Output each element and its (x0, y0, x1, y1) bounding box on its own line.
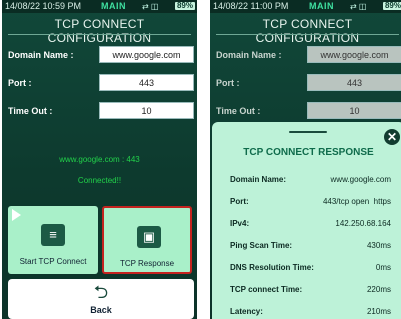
title-divider (8, 34, 191, 35)
domain-name-field[interactable]: www.google.com (99, 46, 194, 63)
title-divider (216, 34, 399, 35)
page-title: TCP CONNECT CONFIGURATION (47, 17, 152, 45)
status-mode: MAIN (101, 1, 126, 11)
response-row: Domain Name: www.google.com (230, 175, 391, 187)
response-key: Port: (230, 197, 249, 206)
port-label: Port : (216, 78, 240, 88)
response-row: DNS Resolution Time: 0ms (230, 263, 391, 275)
response-key: Domain Name: (230, 175, 287, 184)
start-tcp-connect-button[interactable]: ≡ Start TCP Connect (8, 206, 98, 274)
response-key: Ping Scan Time: (230, 241, 293, 250)
response-value: 210ms (366, 307, 391, 316)
sheet-drag-handle[interactable] (289, 131, 327, 133)
port-field: 443 (307, 74, 401, 91)
response-value: 443/tcp open https (322, 197, 391, 206)
response-row: Latency: 210ms (230, 307, 391, 319)
response-key: IPv4: (230, 219, 250, 228)
tcp-response-button[interactable]: ▣ TCP Response (102, 206, 192, 274)
connection-icons: ⇄ ◫ (350, 2, 367, 11)
response-value: 142.250.68.164 (335, 219, 391, 228)
start-tcp-connect-label: Start TCP Connect (19, 257, 87, 266)
domain-name-field: www.google.com (307, 46, 401, 63)
timeout-field[interactable]: 10 (99, 102, 194, 119)
response-row: TCP connect Time: 220ms (230, 285, 391, 297)
sheet-title: TCP CONNECT RESPONSE (243, 147, 374, 158)
response-value: www.google.com (330, 175, 391, 184)
response-key: Latency: (230, 307, 263, 316)
back-button[interactable]: ⮌ Back (8, 279, 194, 319)
response-row: Port: 443/tcp open https (230, 197, 391, 209)
timeout-label: Time Out : (216, 106, 261, 116)
tcp-response-label: TCP Response (119, 259, 175, 268)
result-target: www.google.com : 443 (59, 155, 140, 164)
battery-indicator: 89% (174, 1, 195, 10)
back-arrow-icon: ⮌ (93, 282, 109, 302)
page-title: TCP CONNECT CONFIGURATION (255, 17, 360, 45)
play-icon (12, 209, 21, 221)
database-icon: ≡ (41, 224, 65, 246)
status-mode: MAIN (309, 1, 334, 11)
response-icon: ▣ (137, 226, 161, 248)
connection-icons: ⇄ ◫ (142, 2, 159, 11)
response-value: 220ms (366, 285, 391, 294)
status-bar: 14/08/22 11:00 PM MAIN ⇄ ◫ 89% (210, 0, 401, 13)
domain-name-label: Domain Name : (216, 50, 282, 60)
response-value: 430ms (366, 241, 391, 250)
close-icon[interactable]: ✕ (384, 129, 400, 145)
port-field[interactable]: 443 (99, 74, 194, 91)
timeout-label: Time Out : (8, 106, 53, 116)
response-value: 0ms (375, 263, 391, 272)
status-bar: 14/08/22 10:59 PM MAIN ⇄ ◫ 89% (2, 0, 197, 13)
response-key: TCP connect Time: (230, 285, 303, 294)
configuration-screen: 14/08/22 10:59 PM MAIN ⇄ ◫ 89% TCP CONNE… (2, 0, 197, 319)
response-key: DNS Resolution Time: (230, 263, 314, 272)
timeout-field: 10 (307, 102, 401, 119)
status-time: 14/08/22 11:00 PM (213, 1, 289, 11)
domain-name-label: Domain Name : (8, 50, 74, 60)
response-row: Ping Scan Time: 430ms (230, 241, 391, 253)
back-label: Back (90, 305, 112, 315)
status-time: 14/08/22 10:59 PM (5, 1, 82, 11)
battery-indicator: 89% (382, 1, 401, 10)
port-label: Port : (8, 78, 32, 88)
tcp-response-sheet: ✕ TCP CONNECT RESPONSE Domain Name: www.… (212, 122, 401, 319)
response-row: IPv4: 142.250.68.164 (230, 219, 391, 231)
response-screen: 14/08/22 11:00 PM MAIN ⇄ ◫ 89% TCP CONNE… (210, 0, 401, 319)
result-message: Connected!! (77, 176, 122, 185)
